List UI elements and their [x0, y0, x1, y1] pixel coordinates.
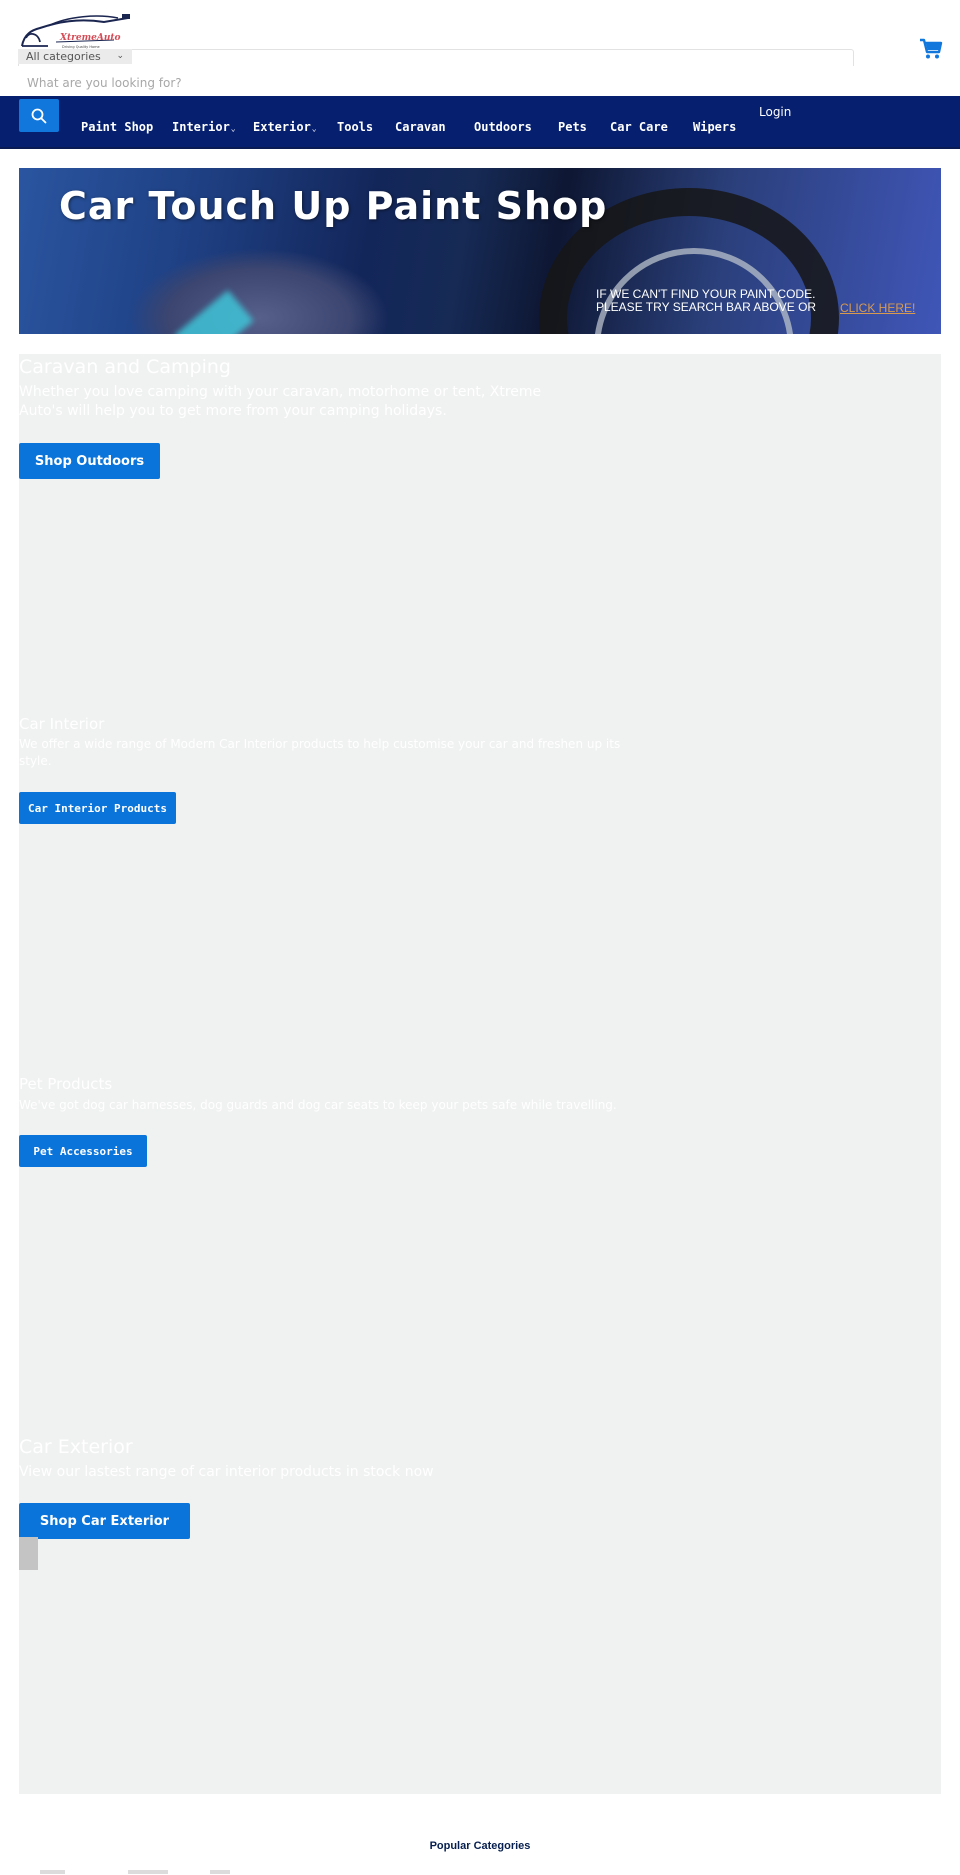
category-thumbnail[interactable] [128, 1870, 168, 1874]
promo-desc-exterior: View our lastest range of car interior p… [19, 1464, 434, 1480]
nav-item-wipers[interactable]: Wipers [693, 120, 736, 134]
nav-item-interior[interactable]: Interior⌄ [172, 120, 236, 134]
logo-brand: XtremeAuto [59, 33, 121, 43]
promo-desc-interior: We offer a wide range of Modern Car Inte… [19, 737, 621, 768]
hero-note: IF WE CAN'T FIND YOUR PAINT CODE. PLEASE… [596, 287, 817, 314]
nav-item-car-care[interactable]: Car Care [610, 120, 668, 134]
popular-categories-heading: Popular Categories [429, 1840, 531, 1852]
chevron-down-icon: ⌄ [311, 124, 317, 133]
slider-control[interactable] [19, 1537, 38, 1570]
category-thumbnail[interactable] [210, 1870, 230, 1874]
car-interior-products-button[interactable]: Car Interior Products [19, 792, 176, 824]
shopping-cart-icon [920, 38, 943, 59]
promo-desc-pets: We've got dog car harnesses, dog guards … [19, 1098, 617, 1112]
shop-outdoors-button[interactable]: Shop Outdoors [19, 443, 160, 479]
hero-image-detail [129, 248, 389, 334]
promo-title-exterior: Car Exterior [19, 1436, 133, 1458]
car-logo-icon: XtremeAuto Driving Quality Home [21, 14, 130, 49]
nav-item-paint-shop[interactable]: Paint Shop [81, 120, 153, 134]
search-input[interactable] [18, 66, 854, 99]
nav-item-tools[interactable]: Tools [337, 120, 373, 134]
promo-title-interior: Car Interior [19, 715, 105, 733]
category-select[interactable]: All categories ⌄ [18, 49, 132, 64]
nav-item-exterior[interactable]: Exterior⌄ [253, 120, 317, 134]
nav-item-outdoors[interactable]: Outdoors [474, 120, 532, 134]
login-link[interactable]: Login [759, 105, 791, 119]
search-icon [31, 108, 47, 123]
nav-item-caravan[interactable]: Caravan [395, 120, 446, 134]
search-button[interactable] [19, 99, 59, 132]
promo-area [19, 354, 941, 1794]
promo-desc-caravan: Whether you love camping with your carav… [19, 384, 542, 419]
promo-title-caravan: Caravan and Camping [19, 356, 231, 378]
cart-button[interactable] [919, 38, 943, 60]
hero-banner[interactable]: Car Touch Up Paint Shop IF WE CAN'T FIND… [19, 168, 941, 334]
category-thumbnail[interactable] [40, 1870, 65, 1874]
chevron-down-icon: ⌄ [230, 124, 236, 133]
promo-title-pets: Pet Products [19, 1075, 113, 1093]
category-select-value: All categories [26, 50, 101, 63]
site-logo[interactable]: XtremeAuto Driving Quality Home [18, 12, 134, 52]
click-here-link[interactable]: CLICK HERE! [840, 301, 915, 315]
nav-item-pets[interactable]: Pets [558, 120, 587, 134]
chevron-down-icon: ⌄ [116, 51, 124, 61]
hero-title: Car Touch Up Paint Shop [59, 184, 608, 228]
shop-car-exterior-button[interactable]: Shop Car Exterior [19, 1503, 190, 1539]
pet-accessories-button[interactable]: Pet Accessories [19, 1135, 147, 1167]
